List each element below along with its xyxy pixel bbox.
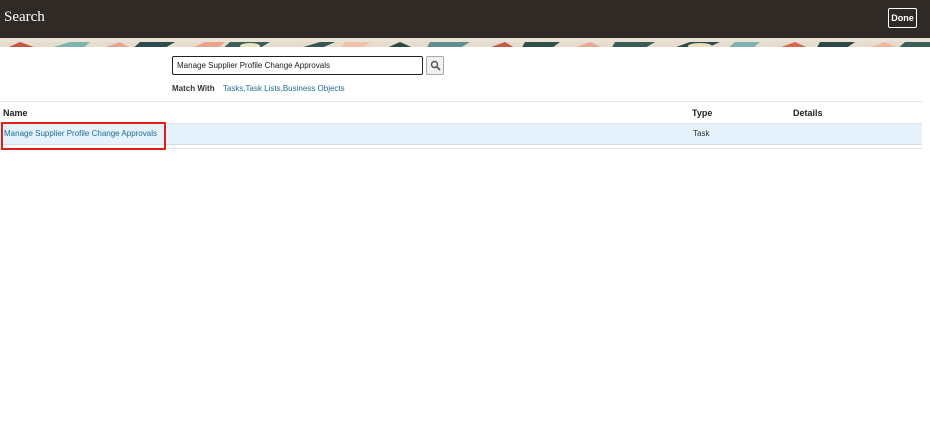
column-header-type[interactable]: Type bbox=[692, 108, 712, 118]
done-button[interactable]: Done bbox=[888, 8, 917, 28]
match-with-values[interactable]: Tasks,Task Lists,Business Objects bbox=[223, 84, 345, 93]
column-header-name[interactable]: Name bbox=[3, 108, 28, 118]
highlight-annotation-box bbox=[1, 122, 166, 150]
match-with: Match With Tasks,Task Lists,Business Obj… bbox=[172, 84, 345, 94]
search-input[interactable] bbox=[172, 56, 423, 75]
match-with-label: Match With bbox=[172, 84, 215, 93]
search-button[interactable] bbox=[426, 56, 444, 75]
page-header: Search Done bbox=[0, 0, 930, 38]
column-header-details[interactable]: Details bbox=[793, 108, 823, 118]
decorative-banner bbox=[0, 38, 930, 47]
banner-pattern-graphic bbox=[0, 42, 930, 47]
page-title: Search bbox=[4, 9, 45, 25]
result-type: Task bbox=[693, 129, 710, 138]
search-icon bbox=[430, 60, 441, 71]
results-table-header: Name Type Details bbox=[0, 101, 922, 124]
